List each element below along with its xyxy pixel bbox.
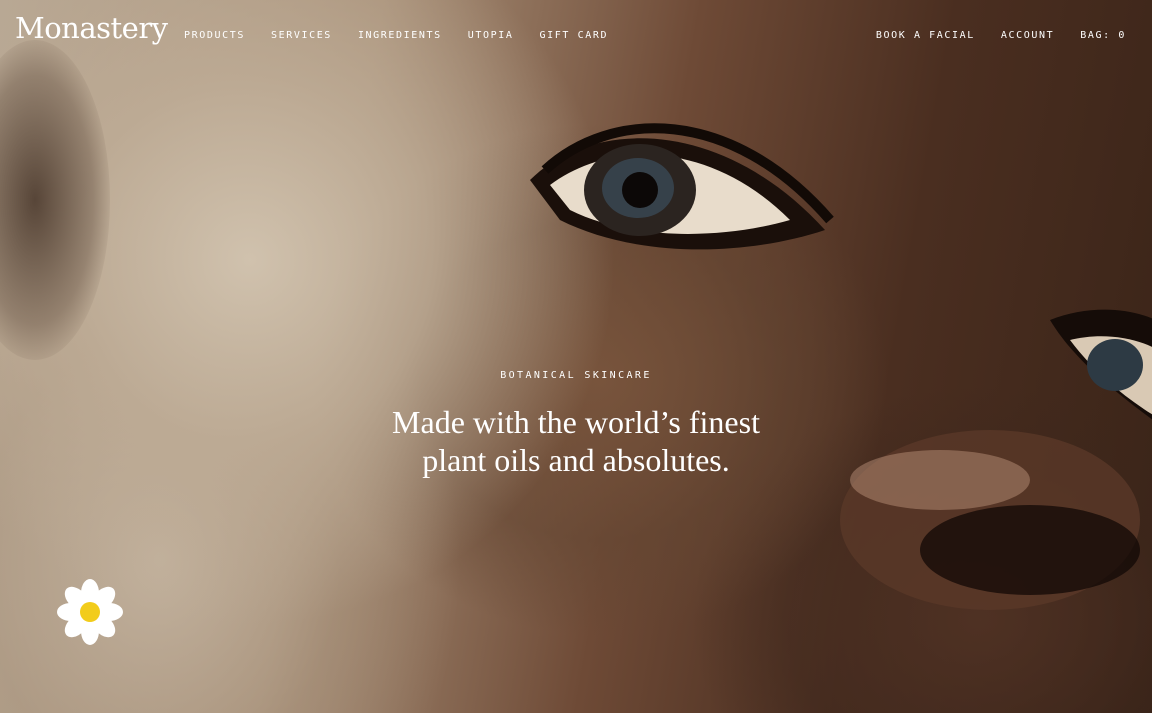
hero-background-image: Monastery PRODUCTS SERVICES INGREDIENTS … (0, 0, 1152, 713)
book-facial-link[interactable]: BOOK A FACIAL (876, 30, 975, 41)
nav-link-ingredients[interactable]: INGREDIENTS (358, 30, 442, 41)
brand-logo[interactable]: Monastery (15, 11, 168, 45)
utility-nav: BOOK A FACIAL ACCOUNT BAG: 0 (850, 30, 1126, 41)
account-link[interactable]: ACCOUNT (1001, 30, 1054, 41)
nose-shape (840, 430, 1140, 610)
hair-shape (0, 40, 110, 360)
nav-link-utopia[interactable]: UTOPIA (468, 30, 514, 41)
hero-eyebrow: BOTANICAL SKINCARE (500, 370, 652, 381)
eye-shape (530, 123, 834, 250)
primary-nav: PRODUCTS SERVICES INGREDIENTS UTOPIA GIF… (184, 30, 634, 41)
nav-link-products[interactable]: PRODUCTS (184, 30, 245, 41)
daisy-flower-icon[interactable] (56, 578, 124, 646)
nav-link-services[interactable]: SERVICES (271, 30, 332, 41)
hero-headline-line2: plant oils and absolutes. (422, 442, 730, 478)
bag-link[interactable]: BAG: 0 (1080, 30, 1126, 41)
nav-link-gift-card[interactable]: GIFT CARD (540, 30, 609, 41)
hero-copy: BOTANICAL SKINCARE Made with the world’s… (376, 370, 776, 500)
hero-headline-line1: Made with the world’s finest (392, 404, 760, 440)
top-navigation: Monastery PRODUCTS SERVICES INGREDIENTS … (0, 0, 1152, 72)
hero-headline: Made with the world’s finest plant oils … (376, 403, 776, 479)
